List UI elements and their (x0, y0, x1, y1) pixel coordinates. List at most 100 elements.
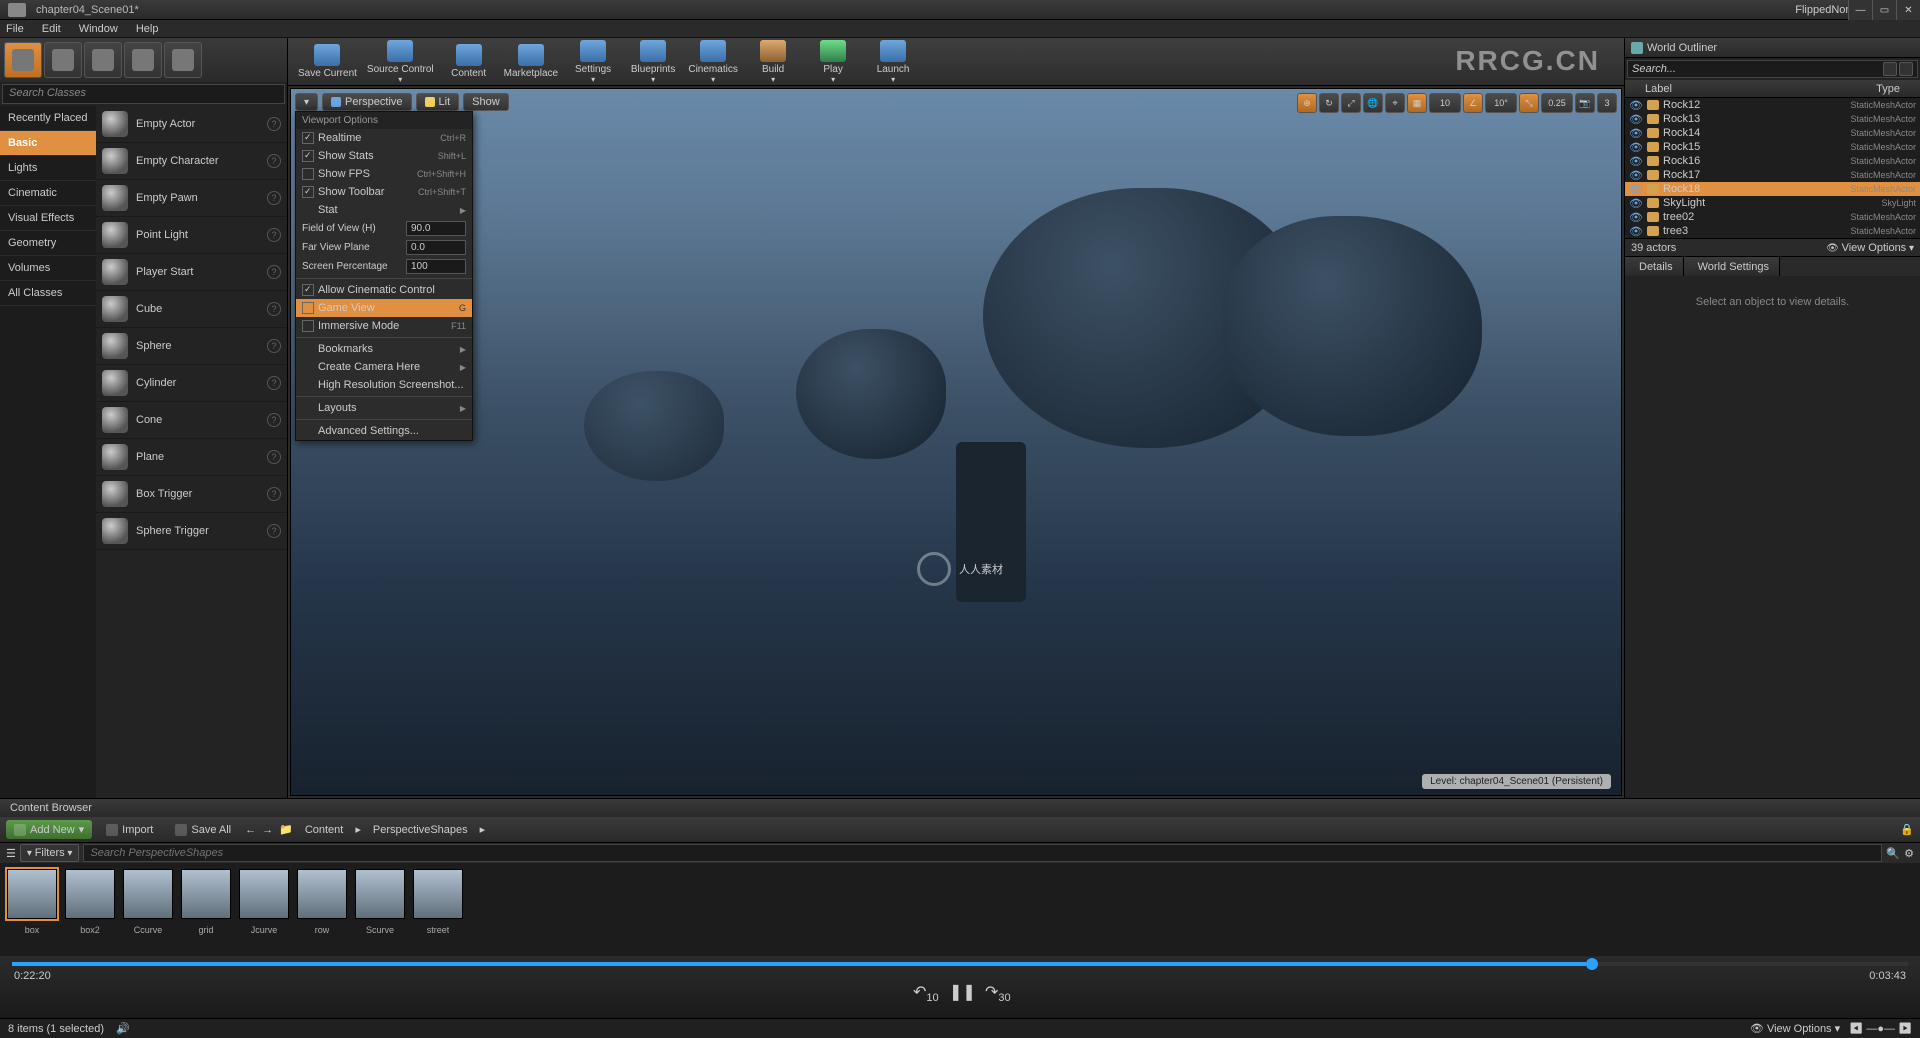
tool-launch[interactable]: Launch▾ (864, 40, 922, 84)
asset-street[interactable]: street (412, 869, 464, 950)
camera-speed-icon[interactable]: 📷 (1575, 93, 1595, 113)
menu-bookmarks[interactable]: Bookmarks (296, 340, 472, 358)
asset-grid[interactable]: grid (180, 869, 232, 950)
actor-box-trigger[interactable]: Box Trigger? (96, 476, 287, 513)
tool-settings[interactable]: Settings▾ (564, 40, 622, 84)
info-icon[interactable]: ? (267, 117, 281, 131)
snap-rot-value[interactable]: 10° (1485, 93, 1517, 113)
fov-field[interactable]: Field of View (H) (296, 219, 472, 238)
outliner-row[interactable]: 👁Rock13StaticMeshActor (1625, 112, 1920, 126)
menu-realtime[interactable]: RealtimeCtrl+R (296, 129, 472, 147)
folder-tree-icon[interactable]: 📁 (279, 823, 293, 836)
actor-player-start[interactable]: Player Start? (96, 254, 287, 291)
menu-stat[interactable]: Stat (296, 201, 472, 219)
visibility-icon[interactable]: 👁 (1629, 225, 1643, 238)
outliner-row[interactable]: 👁SkyLightSkyLight (1625, 196, 1920, 210)
info-icon[interactable]: ? (267, 450, 281, 464)
category-basic[interactable]: Basic (0, 131, 96, 156)
actor-empty-actor[interactable]: Empty Actor? (96, 106, 287, 143)
menu-layouts[interactable]: Layouts (296, 399, 472, 417)
cb-settings-icon[interactable]: ⚙ (1904, 847, 1914, 860)
asset-Scurve[interactable]: Scurve (354, 869, 406, 950)
category-recently-placed[interactable]: Recently Placed (0, 106, 96, 131)
info-icon[interactable]: ? (267, 228, 281, 242)
visibility-icon[interactable]: 👁 (1629, 211, 1643, 224)
rewind-button[interactable]: ↶10 (913, 982, 935, 1004)
info-icon[interactable]: ? (267, 154, 281, 168)
snap-grid-icon[interactable]: ▦ (1407, 93, 1427, 113)
outliner-row[interactable]: 👁Rock15StaticMeshActor (1625, 140, 1920, 154)
tool-play[interactable]: Play▾ (804, 40, 862, 84)
gizmo-move-icon[interactable]: ⊕ (1297, 93, 1317, 113)
asset-Ccurve[interactable]: Ccurve (122, 869, 174, 950)
import-button[interactable]: Import (98, 821, 161, 839)
visibility-icon[interactable]: 👁 (1629, 113, 1643, 126)
menu-hires-screenshot[interactable]: High Resolution Screenshot... (296, 376, 472, 394)
viewport-perspective[interactable]: Perspective (322, 93, 411, 111)
volume-icon[interactable]: 🔊 (116, 1022, 130, 1035)
close-button[interactable]: ✕ (1896, 0, 1920, 20)
viewport-lit[interactable]: Lit (416, 93, 460, 111)
menu-window[interactable]: Window (79, 23, 118, 35)
outliner-search-input[interactable]: Search... (1627, 60, 1918, 78)
category-visual-effects[interactable]: Visual Effects (0, 206, 96, 231)
category-all-classes[interactable]: All Classes (0, 281, 96, 306)
menu-game-view[interactable]: Game ViewG (296, 299, 472, 317)
outliner-view-options[interactable]: 👁 View Options ▾ (1826, 242, 1914, 254)
info-icon[interactable]: ? (267, 376, 281, 390)
info-icon[interactable]: ? (267, 487, 281, 501)
menu-allow-cinematic[interactable]: Allow Cinematic Control (296, 281, 472, 299)
menu-show-fps[interactable]: Show FPSCtrl+Shift+H (296, 165, 472, 183)
snap-scale-value[interactable]: 0.25 (1541, 93, 1573, 113)
tool-content[interactable]: Content (440, 40, 498, 84)
snap-pos-value[interactable]: 10 (1429, 93, 1461, 113)
viewport-show[interactable]: Show (463, 93, 509, 111)
gizmo-rotate-icon[interactable]: ↻ (1319, 93, 1339, 113)
maximize-button[interactable]: ▭ (1872, 0, 1896, 20)
pause-button[interactable]: ❚❚ (949, 982, 971, 1004)
forward-button[interactable]: ↷30 (985, 982, 1007, 1004)
snap-surface-icon[interactable]: ⌖ (1385, 93, 1405, 113)
crumb-folder[interactable]: PerspectiveShapes (367, 822, 474, 838)
actor-sphere[interactable]: Sphere? (96, 328, 287, 365)
save-all-button[interactable]: Save All (167, 821, 239, 839)
visibility-icon[interactable]: 👁 (1629, 141, 1643, 154)
add-new-button[interactable]: Add New ▾ (6, 820, 92, 839)
outliner-row[interactable]: 👁Rock17StaticMeshActor (1625, 168, 1920, 182)
actor-plane[interactable]: Plane? (96, 439, 287, 476)
seek-bar[interactable] (12, 962, 1908, 966)
sources-toggle-icon[interactable]: ☰ (6, 847, 16, 860)
tool-marketplace[interactable]: Marketplace (500, 40, 562, 84)
menu-immersive[interactable]: Immersive ModeF11 (296, 317, 472, 335)
asset-Jcurve[interactable]: Jcurve (238, 869, 290, 950)
outliner-row[interactable]: 👁tree02StaticMeshActor (1625, 210, 1920, 224)
asset-box[interactable]: box (6, 869, 58, 950)
screenpct-field[interactable]: Screen Percentage (296, 257, 472, 276)
gizmo-scale-icon[interactable]: ⤢ (1341, 93, 1361, 113)
info-icon[interactable]: ? (267, 413, 281, 427)
info-icon[interactable]: ? (267, 524, 281, 538)
viewport-options-dropdown[interactable]: ▾ (295, 93, 318, 111)
info-icon[interactable]: ? (267, 191, 281, 205)
details-tab[interactable]: Details (1625, 257, 1684, 276)
category-cinematic[interactable]: Cinematic (0, 181, 96, 206)
info-icon[interactable]: ? (267, 265, 281, 279)
filters-button[interactable]: ▾ Filters ▾ (20, 844, 80, 862)
mode-foliage[interactable] (124, 42, 162, 78)
outliner-row[interactable]: 👁Rock18StaticMeshActor (1625, 182, 1920, 196)
tool-cinematics[interactable]: Cinematics▾ (684, 40, 742, 84)
menu-create-camera[interactable]: Create Camera Here (296, 358, 472, 376)
farplane-field[interactable]: Far View Plane (296, 238, 472, 257)
outliner-row[interactable]: 👁Rock12StaticMeshActor (1625, 98, 1920, 112)
visibility-icon[interactable]: 👁 (1629, 99, 1643, 112)
viewport[interactable]: ▾ Perspective Lit Show ⊕ ↻ ⤢ 🌐 ⌖ ▦ 10 ∠ … (290, 88, 1622, 796)
tool-source-control[interactable]: Source Control▾ (363, 40, 438, 84)
category-geometry[interactable]: Geometry (0, 231, 96, 256)
cb-lock-icon[interactable]: 🔒 (1900, 823, 1914, 836)
actor-point-light[interactable]: Point Light? (96, 217, 287, 254)
outliner-add-icon[interactable] (1899, 62, 1913, 76)
status-view-options[interactable]: 👁 View Options ▾ ◀ —●— ▶ (1750, 1022, 1912, 1035)
info-icon[interactable]: ? (267, 339, 281, 353)
search-icon[interactable]: 🔍 (1886, 847, 1900, 860)
mode-place[interactable] (4, 42, 42, 78)
